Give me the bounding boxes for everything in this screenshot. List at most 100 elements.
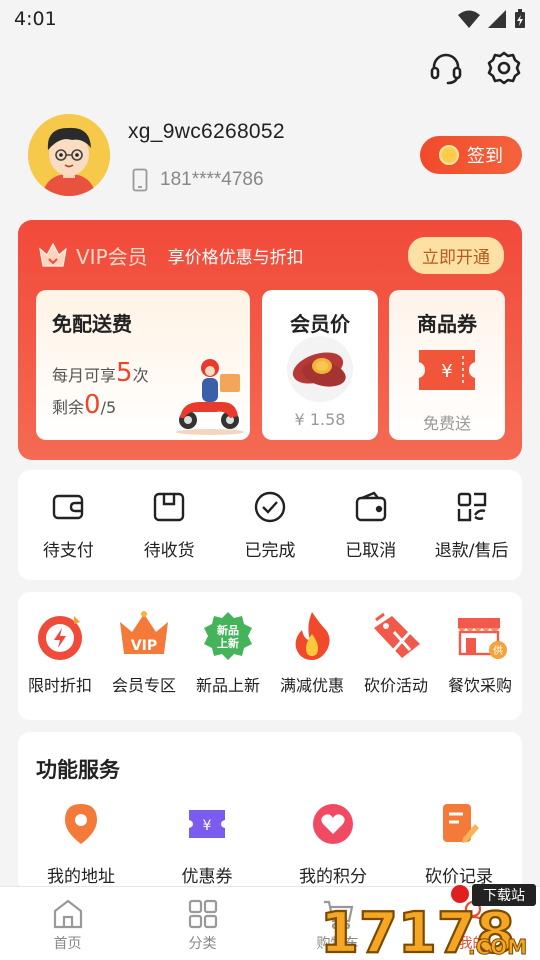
remain-count: 0 bbox=[84, 390, 101, 420]
signal-icon bbox=[488, 10, 506, 28]
vip-title: VIP会员 bbox=[76, 244, 148, 269]
services-row: 我的地址 ¥ 优惠券 我的积分 砍价记录 bbox=[18, 802, 522, 887]
wallet-cancel-icon bbox=[355, 491, 386, 522]
order-label: 待收货 bbox=[143, 541, 195, 561]
scissors-tag-icon bbox=[374, 612, 420, 658]
free-delivery-title: 免配送费 bbox=[52, 312, 132, 336]
tab-home[interactable]: 首页 bbox=[0, 887, 135, 960]
promo-catering[interactable]: 供 餐饮采购 bbox=[438, 592, 522, 720]
order-label: 待支付 bbox=[42, 541, 94, 561]
order-label: 退款/售后 bbox=[434, 541, 509, 561]
function-services: 功能服务 我的地址 ¥ 优惠券 我的积分 砍价记录 bbox=[18, 732, 522, 892]
store-icon: 供 bbox=[458, 618, 507, 659]
promo-label: 限时折扣 bbox=[27, 676, 92, 695]
svg-text:新品: 新品 bbox=[217, 623, 239, 637]
member-price-title: 会员价 bbox=[290, 312, 350, 336]
new-badge-icon: 新品 上新 bbox=[204, 612, 252, 660]
avatar[interactable] bbox=[28, 114, 110, 196]
watermark-tag: 下载站 bbox=[483, 888, 525, 904]
promo-label: 会员专区 bbox=[111, 676, 176, 695]
monthly-quota: 每月可享5次 bbox=[52, 358, 149, 388]
vip-crown-small-icon bbox=[39, 242, 67, 267]
tab-label: 分类 bbox=[188, 936, 217, 952]
order-refund[interactable]: 退款/售后 bbox=[421, 470, 522, 580]
svg-text:上新: 上新 bbox=[217, 636, 239, 650]
svg-text:¥: ¥ bbox=[441, 361, 452, 382]
settings-gear-icon[interactable] bbox=[486, 50, 522, 86]
phone-icon bbox=[132, 168, 148, 192]
check-circle-icon bbox=[254, 491, 286, 523]
monthly-suffix: 次 bbox=[132, 366, 149, 385]
promotion-row: 限时折扣 VIP 会员专区 新品 上新 新品上新 满减优惠 砍价活动 供 餐饮采… bbox=[18, 592, 522, 720]
order-label: 已完成 bbox=[244, 541, 296, 561]
promo-bargain[interactable]: 砍价活动 bbox=[354, 592, 438, 720]
wallet-icon bbox=[53, 494, 84, 520]
site-watermark: 17178 .COM 下载站 bbox=[319, 884, 536, 960]
member-price-card[interactable]: 会员价 ¥ 1.58 bbox=[262, 290, 378, 440]
services-title: 功能服务 bbox=[36, 758, 120, 782]
watermark-dotcom: .COM bbox=[468, 935, 527, 959]
vip-description: 享价格优惠与折扣 bbox=[167, 247, 304, 268]
vip-open-button[interactable]: 立即开通 bbox=[408, 236, 504, 274]
order-cancelled[interactable]: 已取消 bbox=[320, 470, 421, 580]
order-label: 已取消 bbox=[345, 541, 397, 561]
promo-flash-sale[interactable]: 限时折扣 bbox=[18, 592, 102, 720]
grid-icon bbox=[188, 899, 217, 929]
top-actions bbox=[428, 50, 522, 86]
status-bar: 4:01 bbox=[0, 0, 540, 38]
service-points[interactable]: 我的积分 bbox=[270, 802, 396, 887]
monthly-prefix: 每月可享 bbox=[52, 366, 117, 385]
signin-label: 签到 bbox=[467, 146, 503, 167]
battery-icon bbox=[515, 9, 525, 28]
location-pin-icon bbox=[65, 804, 97, 844]
promo-label: 餐饮采购 bbox=[447, 676, 512, 695]
promo-label: 满减优惠 bbox=[279, 676, 344, 695]
coupon-card[interactable]: 商品券 ¥ 免费送 bbox=[389, 290, 505, 440]
vip-panel: VIP会员 享价格优惠与折扣 立即开通 免配送费 每月可享5次 剩余0/5 会员… bbox=[18, 220, 522, 460]
remain-total: /5 bbox=[100, 398, 117, 417]
wifi-icon bbox=[458, 10, 480, 28]
username: xg_9wc6268052 bbox=[128, 120, 285, 143]
remain-prefix: 剩余 bbox=[52, 398, 85, 417]
phone-number: 181****4786 bbox=[160, 169, 264, 190]
tab-label: 首页 bbox=[53, 936, 82, 952]
svg-text:¥: ¥ bbox=[203, 818, 212, 834]
delivery-scooter-icon bbox=[176, 359, 244, 435]
signin-button[interactable]: 签到 bbox=[420, 136, 522, 174]
monthly-count: 5 bbox=[116, 358, 133, 388]
coupon-sub: 免费送 bbox=[422, 414, 471, 433]
order-completed[interactable]: 已完成 bbox=[220, 470, 321, 580]
coupon-title: 商品券 bbox=[417, 312, 477, 336]
service-coupons[interactable]: ¥ 优惠券 bbox=[144, 802, 270, 887]
service-address[interactable]: 我的地址 bbox=[18, 802, 144, 887]
service-label: 优惠券 bbox=[181, 867, 233, 887]
flash-sale-icon bbox=[38, 616, 82, 660]
svg-text:VIP: VIP bbox=[131, 638, 157, 654]
promo-discount[interactable]: 满减优惠 bbox=[270, 592, 354, 720]
promo-vip-zone[interactable]: VIP 会员专区 bbox=[102, 592, 186, 720]
profile-header: xg_9wc6268052 181****4786 签到 bbox=[28, 112, 522, 202]
order-pending-receipt[interactable]: 待收货 bbox=[119, 470, 220, 580]
package-icon bbox=[153, 492, 185, 522]
phone-number-row: 181****4786 bbox=[132, 168, 264, 192]
promo-label: 新品上新 bbox=[195, 676, 260, 695]
service-bargain-records[interactable]: 砍价记录 bbox=[396, 802, 522, 887]
heart-points-icon bbox=[313, 804, 353, 844]
refund-icon bbox=[457, 492, 486, 522]
vip-crown-icon: VIP bbox=[120, 611, 168, 654]
vip-header: VIP会员 享价格优惠与折扣 立即开通 bbox=[38, 236, 504, 274]
service-label: 我的地址 bbox=[47, 867, 115, 887]
order-pending-payment[interactable]: 待支付 bbox=[18, 470, 119, 580]
headset-icon[interactable] bbox=[428, 50, 464, 86]
yen-ticket-icon: ¥ bbox=[419, 350, 475, 390]
status-time: 4:01 bbox=[14, 8, 57, 30]
free-delivery-card[interactable]: 免配送费 每月可享5次 剩余0/5 bbox=[36, 290, 250, 440]
sweet-potato-image bbox=[287, 336, 353, 402]
svg-text:供: 供 bbox=[493, 644, 503, 657]
promo-new-arrivals[interactable]: 新品 上新 新品上新 bbox=[186, 592, 270, 720]
coupon-icon: ¥ bbox=[189, 810, 225, 838]
promo-label: 砍价活动 bbox=[363, 676, 428, 695]
tab-category[interactable]: 分类 bbox=[135, 887, 270, 960]
member-price-value: ¥ 1.58 bbox=[294, 410, 346, 429]
order-status-row: 待支付 待收货 已完成 已取消 退款/售后 bbox=[18, 470, 522, 580]
